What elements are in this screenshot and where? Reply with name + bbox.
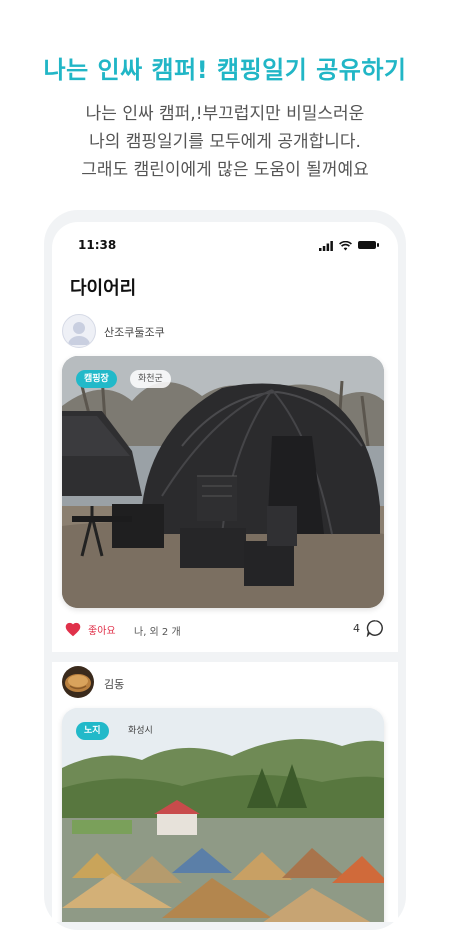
- heart-icon: [65, 622, 81, 637]
- avatar[interactable]: [62, 666, 94, 698]
- promo-subtitle-line: 나의 캠핑일기를 모두에게 공개합니다.: [89, 132, 361, 152]
- location-tag: 화천군: [130, 370, 171, 388]
- promo-title: 나는 인싸 캠퍼! 캠핑일기 공유하기: [43, 56, 407, 84]
- post-divider: [52, 652, 398, 662]
- likers-text[interactable]: 나, 외 2 개: [134, 623, 181, 638]
- author-name[interactable]: 김동: [104, 676, 124, 692]
- battery-icon: [358, 241, 379, 249]
- category-tag: 노지: [76, 722, 109, 740]
- app-screen: 11:38 다이어리 산조쿠둘조쿠 캠핑장 화천군 좋아요 나, 외 2 개 4…: [52, 222, 398, 922]
- promo-subtitle-line: 그래도 캠린이에게 많은 도움이 될꺼예요: [81, 160, 369, 180]
- category-tag: 캠핑장: [76, 370, 117, 388]
- like-label: 좋아요: [88, 625, 116, 637]
- promo-subtitle: 나는 인싸 캠퍼,!부끄럽지만 비밀스러운 나의 캠핑일기를 모두에게 공개합니…: [0, 100, 450, 184]
- post-actions: 좋아요 나, 외 2 개 4: [64, 619, 384, 641]
- location-tag: 화성시: [128, 726, 153, 736]
- campsite-photo: [62, 708, 384, 922]
- page-title: 다이어리: [70, 278, 137, 299]
- post-photo[interactable]: 캠핑장 화천군: [62, 356, 384, 608]
- comment-button[interactable]: 4: [353, 619, 384, 637]
- wifi-icon: [339, 236, 352, 255]
- comment-icon: [366, 620, 383, 637]
- post-photo[interactable]: 노지 화성시: [62, 708, 384, 922]
- signal-icon: [319, 236, 333, 255]
- like-button[interactable]: 좋아요: [64, 621, 116, 637]
- status-time: 11:38: [78, 238, 117, 252]
- comment-count: 4: [353, 621, 360, 635]
- avatar[interactable]: [62, 314, 96, 348]
- camping-tent-photo: [62, 356, 384, 608]
- promo-subtitle-line: 나는 인싸 캠퍼,!부끄럽지만 비밀스러운: [85, 104, 365, 124]
- status-bar: 11:38: [52, 222, 398, 266]
- author-name[interactable]: 산조쿠둘조쿠: [104, 324, 165, 340]
